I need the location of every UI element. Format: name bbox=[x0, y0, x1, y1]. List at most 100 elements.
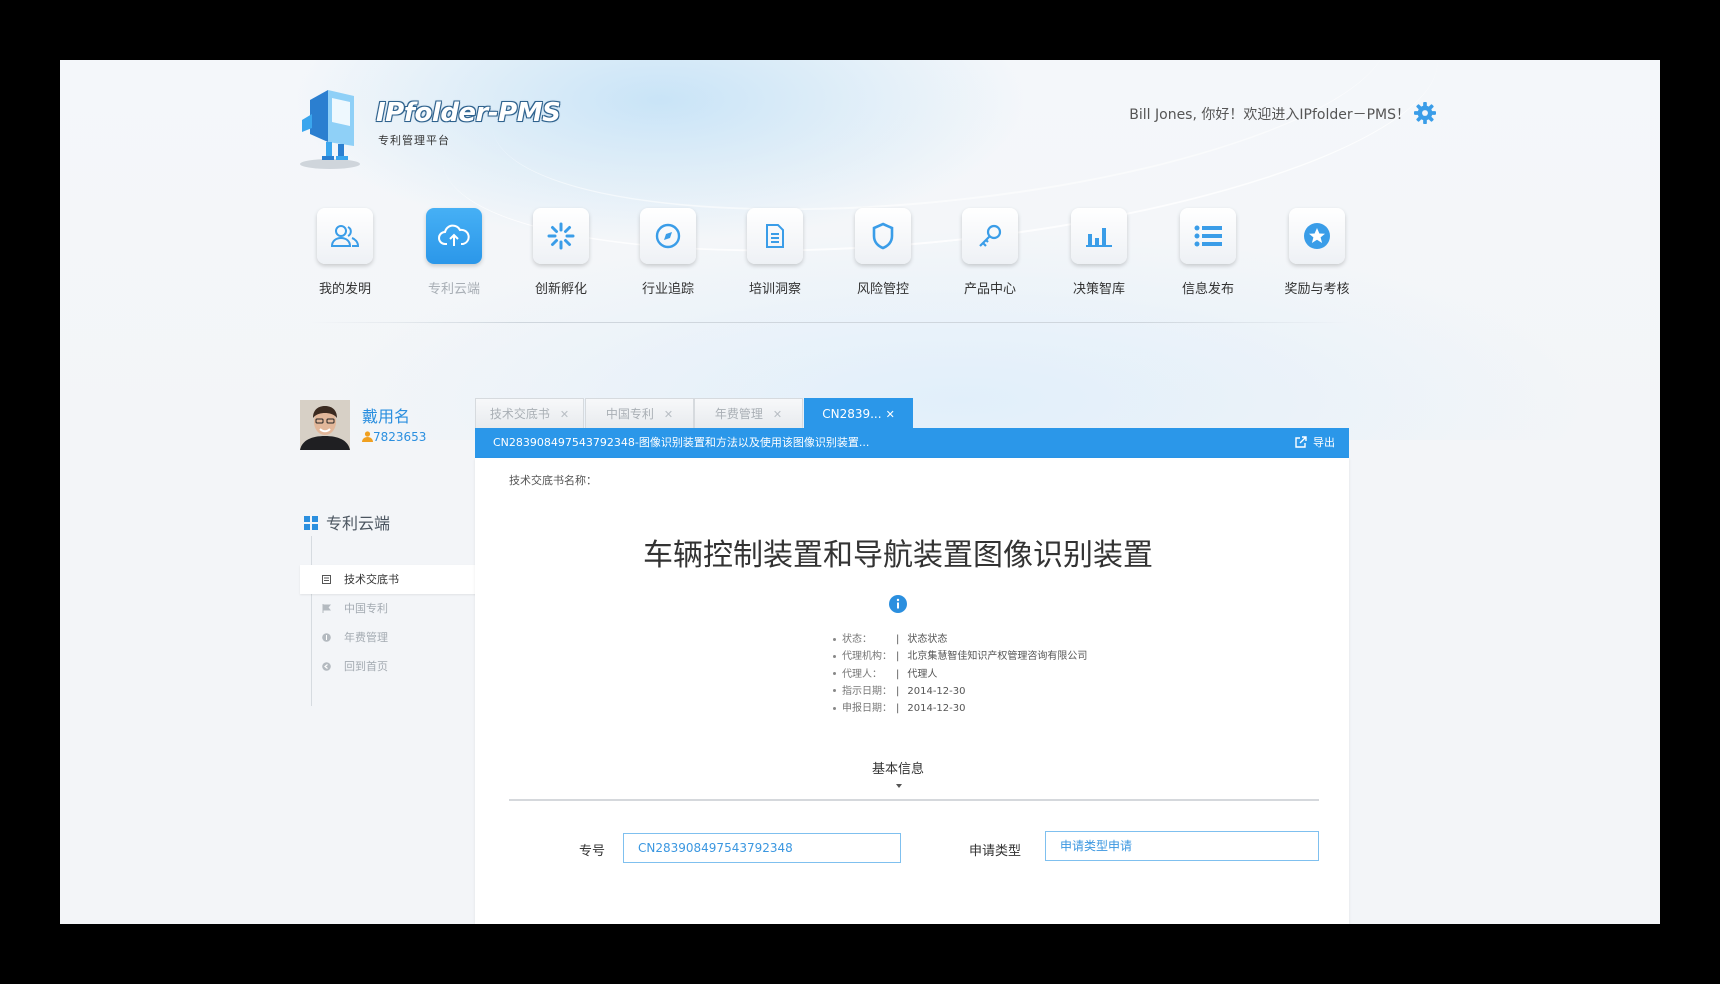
nav-item-decision-think-tank[interactable]: 决策智库 bbox=[1054, 208, 1144, 297]
nav-label: 产品中心 bbox=[963, 282, 1016, 297]
export-label: 导出 bbox=[1313, 436, 1335, 449]
document-icon bbox=[766, 224, 784, 248]
meta-row-status: 状态： | 状态状态 bbox=[833, 631, 1087, 648]
nav-item-info-publish[interactable]: 信息发布 bbox=[1163, 208, 1253, 297]
nav-label: 奖励与考核 bbox=[1284, 282, 1350, 297]
close-icon[interactable]: ✕ bbox=[773, 408, 782, 421]
sidebar-menu: 技术交底书 中国专利 年费管理 回到首页 bbox=[300, 565, 480, 681]
book-icon bbox=[322, 575, 331, 584]
sidebar-item-annual-fee[interactable]: 年费管理 bbox=[300, 623, 480, 652]
logo-title: IPfolder-PMS bbox=[376, 98, 561, 128]
nav-item-patent-cloud[interactable]: 专利云端 bbox=[409, 208, 499, 297]
tab-disclosure[interactable]: 技术交底书 ✕ bbox=[475, 398, 584, 428]
profile-id-value: 7823653 bbox=[373, 430, 427, 444]
close-icon[interactable]: ✕ bbox=[886, 408, 895, 421]
export-button[interactable]: 导出 bbox=[1295, 428, 1335, 458]
grid-icon bbox=[304, 516, 318, 530]
spinner-icon bbox=[547, 222, 575, 250]
welcome-greeting: Bill Jones, 你好！欢迎进入IPfolder－PMS！ bbox=[1129, 107, 1410, 123]
profile-name[interactable]: 戴用名 bbox=[362, 403, 410, 427]
nav-label: 风险管控 bbox=[856, 282, 909, 297]
nav-label: 专利云端 bbox=[427, 282, 480, 297]
nav-tile bbox=[962, 208, 1018, 264]
app-logo[interactable]: IPfolder-PMS 专利管理平台 bbox=[292, 82, 612, 172]
info-icon[interactable] bbox=[889, 595, 907, 613]
sidebar-title-label: 专利云端 bbox=[326, 514, 391, 533]
meta-key: 状态： bbox=[842, 634, 872, 645]
sidebar-title: 专利云端 bbox=[304, 510, 390, 534]
nav-item-training[interactable]: 培训洞察 bbox=[730, 208, 820, 297]
meta-key: 代理机构： bbox=[842, 651, 892, 663]
application-type-field[interactable]: 申请类型申请 bbox=[1045, 831, 1319, 861]
nav-tile bbox=[317, 208, 373, 264]
shield-icon bbox=[872, 222, 894, 250]
star-icon bbox=[1304, 223, 1330, 249]
sidebar-item-label: 技术交底书 bbox=[344, 573, 399, 586]
meta-value: 2014-12-30 bbox=[907, 685, 966, 697]
user-profile: 戴用名 7823653 bbox=[300, 400, 480, 460]
main-nav: 我的发明 专利云端 创新孵化 行业追踪 培训洞察 风险管控 产品中心 决策智库 … bbox=[300, 208, 1360, 318]
nav-tile bbox=[747, 208, 803, 264]
person-icon bbox=[362, 431, 373, 442]
field-label-number: 专号 bbox=[579, 844, 606, 859]
nav-label: 创新孵化 bbox=[534, 282, 587, 297]
tab-label: CN2839... bbox=[822, 407, 882, 421]
patent-meta-list: 状态： | 状态状态 代理机构： | 北京集慧智佳知识产权管理咨询有限公司 代理人： | 代… bbox=[833, 631, 1087, 717]
meta-value: 状态状态 bbox=[907, 634, 948, 645]
tab-annual-fee[interactable]: 年费管理 ✕ bbox=[694, 398, 803, 428]
users-icon bbox=[330, 225, 360, 247]
compass-icon bbox=[655, 223, 681, 249]
nav-tile bbox=[855, 208, 911, 264]
nav-tile bbox=[1289, 208, 1345, 264]
nav-label: 培训洞察 bbox=[748, 282, 801, 297]
nav-item-my-inventions[interactable]: 我的发明 bbox=[300, 208, 390, 297]
nav-tile bbox=[1071, 208, 1127, 264]
tab-china-patent[interactable]: 中国专利 ✕ bbox=[585, 398, 694, 428]
section-title-basic-info[interactable]: 基本信息 bbox=[475, 758, 1321, 777]
document-title: 车辆控制装置和导航装置图像识别装置 bbox=[643, 538, 1153, 573]
nav-item-product-center[interactable]: 产品中心 bbox=[945, 208, 1035, 297]
sidebar-item-label: 年费管理 bbox=[344, 631, 388, 644]
cloud-upload-icon bbox=[438, 224, 470, 246]
tab-label: 中国专利 bbox=[605, 407, 654, 421]
meta-row-agent: 代理人： | 代理人 bbox=[833, 666, 1087, 683]
close-icon[interactable]: ✕ bbox=[560, 408, 569, 421]
meta-row-agency: 代理机构： | 北京集慧智佳知识产权管理咨询有限公司 bbox=[833, 648, 1087, 665]
nav-item-industry-tracking[interactable]: 行业追踪 bbox=[623, 208, 713, 297]
nav-label: 我的发明 bbox=[318, 282, 371, 297]
document-header-title: CN283908497543792348-图像识别装置和方法以及使用该图像识别装… bbox=[493, 436, 870, 449]
document-panel: 技术交底书名称： 车辆控制装置和导航装置图像识别装置 状态： | 状态状态 代理机构… bbox=[475, 458, 1349, 924]
nav-tile bbox=[640, 208, 696, 264]
nav-label: 信息发布 bbox=[1181, 282, 1234, 297]
close-icon[interactable]: ✕ bbox=[664, 408, 673, 421]
back-icon bbox=[322, 662, 331, 671]
gear-icon[interactable] bbox=[1414, 102, 1436, 124]
coin-icon bbox=[322, 633, 331, 642]
meta-key: 代理人： bbox=[842, 668, 882, 680]
nav-tile bbox=[533, 208, 589, 264]
external-link-icon bbox=[1295, 436, 1307, 448]
avatar[interactable] bbox=[300, 400, 350, 450]
caret-down-icon[interactable] bbox=[896, 784, 902, 788]
nav-item-innovation[interactable]: 创新孵化 bbox=[516, 208, 606, 297]
meta-key: 申报日期： bbox=[842, 703, 892, 715]
flag-icon bbox=[322, 604, 331, 613]
list-icon bbox=[1194, 225, 1222, 247]
nav-item-risk-control[interactable]: 风险管控 bbox=[838, 208, 928, 297]
meta-value: 2014-12-30 bbox=[907, 703, 966, 715]
nav-item-rewards[interactable]: 奖励与考核 bbox=[1272, 208, 1362, 297]
bar-chart-icon bbox=[1086, 228, 1112, 247]
tab-label: 技术交底书 bbox=[489, 407, 550, 421]
tab-patent-detail[interactable]: CN2839... ✕ bbox=[804, 398, 913, 428]
patent-number-field[interactable]: CN283908497543792348 bbox=[623, 833, 901, 863]
sidebar-item-china-patent[interactable]: 中国专利 bbox=[300, 594, 480, 623]
disclosure-name-label: 技术交底书名称： bbox=[509, 474, 597, 487]
sidebar-item-label: 回到首页 bbox=[344, 660, 388, 673]
nav-tile bbox=[426, 208, 482, 264]
sidebar-item-home[interactable]: 回到首页 bbox=[300, 652, 480, 681]
nav-tile bbox=[1180, 208, 1236, 264]
sidebar-item-disclosure[interactable]: 技术交底书 bbox=[300, 565, 480, 594]
logo-mascot-icon bbox=[300, 90, 360, 169]
app-window: IPfolder-PMS 专利管理平台 Bill Jones, 你好！欢迎进入I… bbox=[60, 60, 1660, 924]
meta-row-indication-date: 指示日期： | 2014-12-30 bbox=[833, 683, 1087, 700]
